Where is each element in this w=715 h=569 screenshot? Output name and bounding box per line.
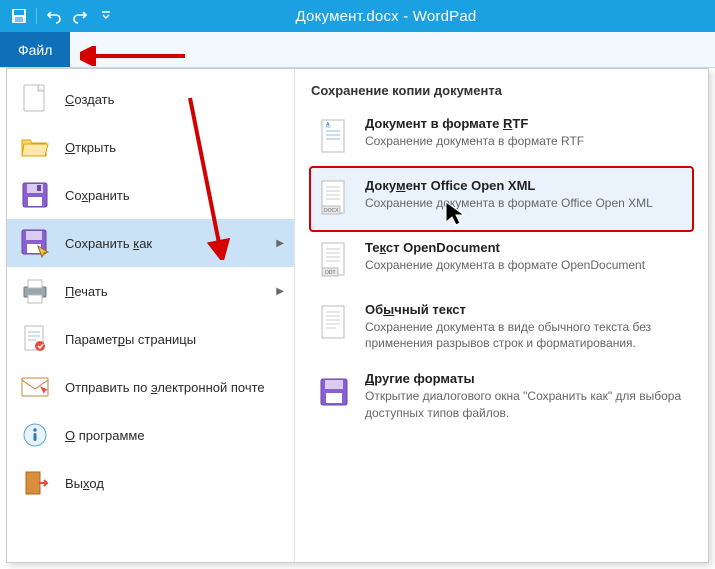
menu-item-about[interactable]: О программе — [7, 411, 294, 459]
file-tab-label: Файл — [18, 42, 52, 58]
email-icon — [19, 371, 51, 403]
save-as-submenu: Сохранение копии документа A Документ в … — [295, 69, 708, 562]
menu-item-open[interactable]: Открыть — [7, 123, 294, 171]
page-setup-icon — [19, 323, 51, 355]
save-as-other[interactable]: Другие форматы Открытие диалогового окна… — [311, 361, 692, 430]
txt-document-icon — [317, 302, 351, 344]
menu-item-print[interactable]: Печать ▶ — [7, 267, 294, 315]
save-as-icon — [19, 227, 51, 259]
title-bar: Документ.docx - WordPad — [0, 0, 715, 32]
odt-document-icon: ODT — [317, 240, 351, 282]
qat-redo-button[interactable] — [69, 5, 91, 27]
info-icon — [19, 419, 51, 451]
new-document-icon — [19, 83, 51, 115]
option-title: Другие форматы — [365, 371, 686, 386]
separator — [36, 8, 37, 24]
option-desc: Сохранение документа в виде обычного тек… — [365, 319, 686, 351]
file-menu-dropdown: Создать Открыть Сохранить Сохранить как … — [6, 68, 709, 563]
qat-customize-button[interactable] — [95, 5, 117, 27]
file-menu-left-column: Создать Открыть Сохранить Сохранить как … — [7, 69, 295, 562]
window-title: Документ.docx - WordPad — [117, 8, 715, 25]
option-title: Документ в формате RTF — [365, 116, 686, 131]
menu-item-label: Сохранить как — [65, 236, 152, 251]
svg-text:ODT: ODT — [325, 270, 336, 276]
docx-document-icon: DOCX — [317, 178, 351, 220]
option-title: Документ Office Open XML — [365, 178, 686, 193]
save-as-txt[interactable]: Обычный текст Сохранение документа в вид… — [311, 292, 692, 361]
menu-item-send-email[interactable]: Отправить по электронной почте — [7, 363, 294, 411]
menu-item-label: Выход — [65, 476, 104, 491]
rtf-document-icon: A — [317, 116, 351, 158]
menu-item-label: Открыть — [65, 140, 116, 155]
submenu-arrow-icon: ▶ — [276, 238, 284, 249]
menu-item-label: Сохранить — [65, 188, 130, 203]
menu-item-exit[interactable]: Выход — [7, 459, 294, 507]
menu-item-save-as[interactable]: Сохранить как ▶ — [7, 219, 294, 267]
save-dialog-icon — [317, 371, 351, 413]
qat-save-button[interactable] — [8, 5, 30, 27]
option-title: Текст OpenDocument — [365, 240, 686, 255]
option-desc: Открытие диалогового окна "Сохранить как… — [365, 388, 686, 420]
submenu-title: Сохранение копии документа — [311, 79, 692, 106]
svg-text:DOCX: DOCX — [324, 208, 339, 214]
svg-text:A: A — [326, 122, 330, 128]
menu-item-label: Параметры страницы — [65, 332, 196, 347]
menu-item-save[interactable]: Сохранить — [7, 171, 294, 219]
menu-item-page-setup[interactable]: Параметры страницы — [7, 315, 294, 363]
quick-access-toolbar — [0, 5, 117, 27]
option-title: Обычный текст — [365, 302, 686, 317]
save-floppy-icon — [19, 179, 51, 211]
ribbon: Файл — [0, 32, 715, 68]
printer-icon — [19, 275, 51, 307]
file-tab[interactable]: Файл — [0, 32, 70, 67]
folder-open-icon — [19, 131, 51, 163]
option-desc: Сохранение документа в формате Office Op… — [365, 195, 686, 211]
save-as-odt[interactable]: ODT Текст OpenDocument Сохранение докуме… — [311, 230, 692, 292]
exit-icon — [19, 467, 51, 499]
option-desc: Сохранение документа в формате OpenDocum… — [365, 257, 686, 273]
save-as-rtf[interactable]: A Документ в формате RTF Сохранение доку… — [311, 106, 692, 168]
option-desc: Сохранение документа в формате RTF — [365, 133, 686, 149]
menu-item-label: Создать — [65, 92, 114, 107]
save-as-ooxml[interactable]: DOCX Документ Office Open XML Сохранение… — [311, 168, 692, 230]
menu-item-label: Отправить по электронной почте — [65, 380, 265, 395]
menu-item-label: О программе — [65, 428, 145, 443]
menu-item-label: Печать — [65, 284, 108, 299]
qat-undo-button[interactable] — [43, 5, 65, 27]
menu-item-new[interactable]: Создать — [7, 75, 294, 123]
submenu-arrow-icon: ▶ — [276, 286, 284, 297]
